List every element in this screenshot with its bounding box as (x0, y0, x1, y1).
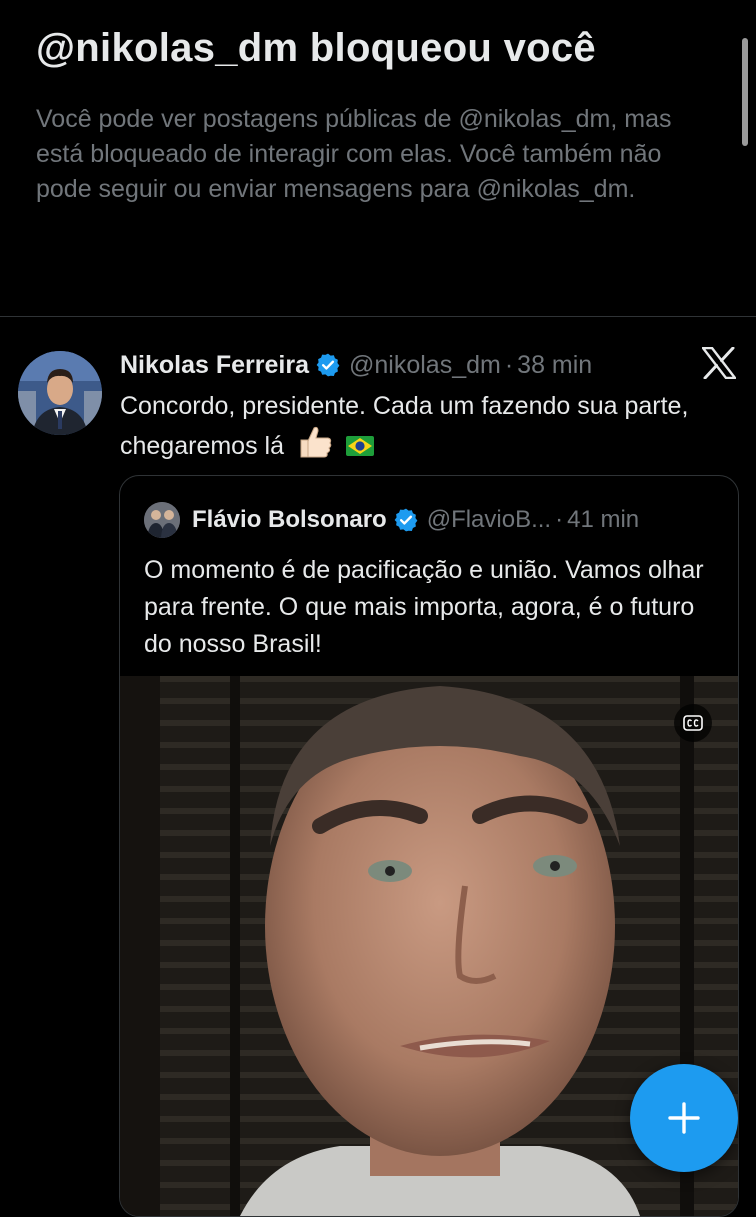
thumbs-up-icon (297, 425, 333, 470)
blocked-notice: @nikolas_dm bloqueou você Você pode ver … (36, 20, 716, 207)
brazil-flag-icon (345, 429, 374, 467)
blocked-title: @nikolas_dm bloqueou você (36, 26, 596, 70)
verified-badge-icon (315, 352, 341, 378)
author-name[interactable]: Nikolas Ferreira (120, 351, 309, 380)
blocked-description: Você pode ver postagens públicas de @nik… (36, 105, 672, 203)
quoted-avatar[interactable] (144, 502, 180, 538)
tweet-header: Nikolas Ferreira @nikolas_dm · 38 min (120, 347, 592, 383)
tweet-time[interactable]: 38 min (517, 351, 592, 380)
avatar[interactable] (18, 351, 102, 435)
quoted-tweet-time[interactable]: 41 min (567, 506, 639, 534)
x-logo-icon[interactable] (701, 346, 737, 380)
quoted-tweet-header: Flávio Bolsonaro @FlavioB... · 41 min (144, 500, 639, 540)
tweet-text-content: Concordo, presidente. Cada um fazendo su… (120, 392, 689, 461)
plus-icon (668, 1102, 700, 1134)
quoted-author-handle[interactable]: @FlavioB... (427, 506, 551, 534)
closed-captions-icon (683, 715, 703, 731)
quoted-author-name[interactable]: Flávio Bolsonaro (192, 506, 387, 534)
closed-captions-button[interactable] (674, 704, 712, 742)
verified-badge-icon (393, 507, 419, 533)
author-handle[interactable]: @nikolas_dm (349, 351, 501, 380)
quoted-tweet-text: O momento é de pacificação e união. Vamo… (144, 556, 704, 658)
separator: · (555, 506, 564, 533)
separator: · (504, 350, 514, 379)
tweet[interactable]: Nikolas Ferreira @nikolas_dm · 38 min Co… (0, 317, 756, 1217)
tweet-text: Concordo, presidente. Cada um fazendo su… (120, 387, 720, 470)
compose-button[interactable] (630, 1064, 738, 1172)
scrollbar[interactable] (742, 38, 748, 146)
